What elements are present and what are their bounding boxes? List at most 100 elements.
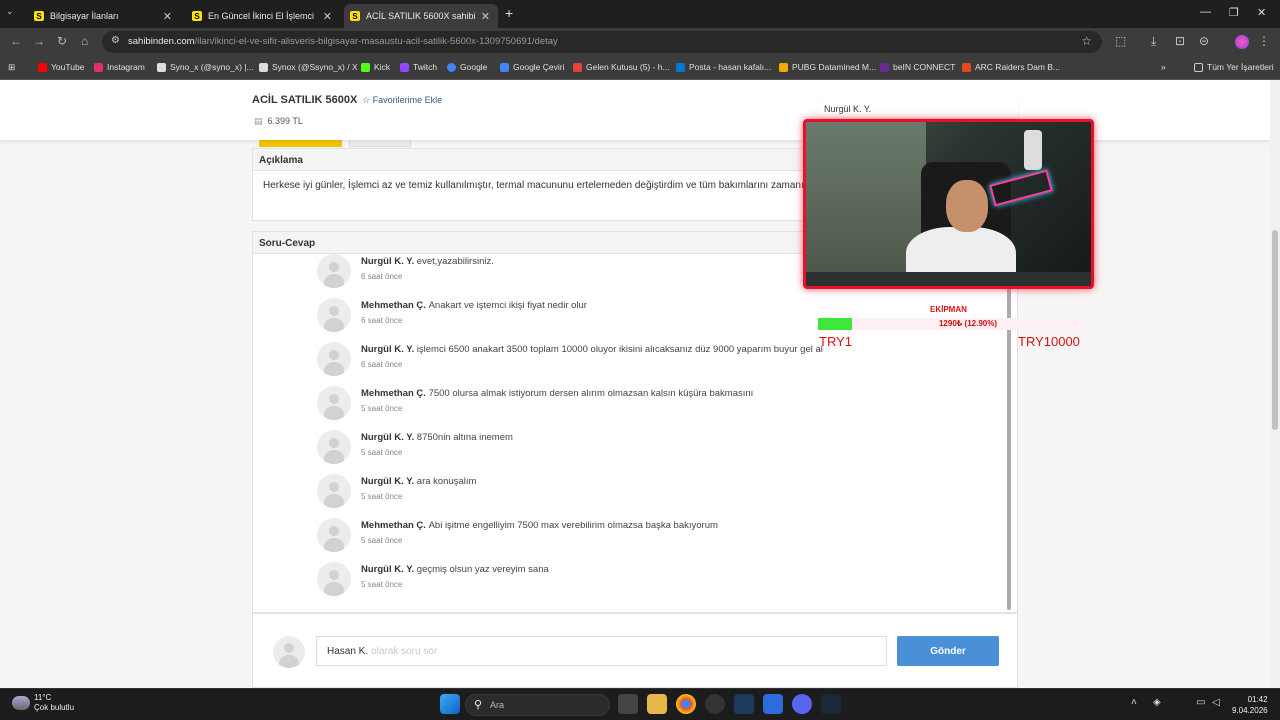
qa-message: Nurgül K. Y. ara konuşalım 5 saat önce [317,474,997,514]
app-icon[interactable] [734,694,754,714]
display-icon[interactable]: ▭ [1196,697,1205,708]
tray-chevron-icon[interactable]: ˄ [1131,697,1137,708]
qa-author: Nurgül K. Y. evet,yazabilirsiniz. [361,256,494,267]
google-translate-icon [500,62,509,72]
clock[interactable]: 01:42 9.04.2026 [1232,694,1268,716]
qa-author: Mehmethan Ç. 7500 olursa almak istiyorum… [361,388,754,399]
user-avatar [317,474,351,508]
x-icon [259,62,268,72]
kick-icon [361,62,370,72]
tab-bilgisayar-ilanlari[interactable]: S Bilgisayar İlanları ✕ [28,4,180,28]
taskbar-search[interactable]: ⚲ Ara [465,694,610,716]
url-text: sahibinden.com/ilan/ikinci-el-ve-sifir-a… [128,36,558,47]
close-tab-icon[interactable]: ✕ [323,10,332,23]
back-icon[interactable]: ← [10,34,22,48]
bookmark-instagram[interactable]: Instagram [94,62,145,72]
bookmark-google[interactable]: Google [447,62,487,72]
chrome-icon[interactable] [676,694,696,714]
steam-icon[interactable] [821,694,841,714]
obs-icon[interactable] [705,694,725,714]
navigation-bar: ← → ↻ ⌂ ⚙ sahibinden.com/ilan/ikinci-el-… [0,28,1280,56]
qa-text: Anakart ve iştemci ikişi fiyat nedir olu… [428,300,587,311]
bookmark-outlook[interactable]: Posta - hasan kafalı... [676,62,771,72]
more-bookmarks-icon[interactable]: » [1161,62,1166,72]
page-scrollbar[interactable] [1270,80,1280,688]
tab-acil-satilik[interactable]: S ACİL SATILIK 5600X sahibinden. ✕ [344,4,498,28]
profile-avatar[interactable] [1235,35,1249,49]
weather-widget[interactable]: 11°C Çok bulutlu [12,693,74,713]
bookmark-google-ceviri[interactable]: Google Çeviri [500,62,565,72]
qa-list[interactable]: Nurgül K. Y. evet,yazabilirsiniz. 6 saat… [253,254,1017,614]
qa-message: Nurgül K. Y. geçmiş olsun yaz vereyim sa… [317,562,997,602]
minimize-icon[interactable]: — [1200,6,1211,18]
tab-search-icon[interactable]: ⌄ [6,6,14,17]
cloudy-weather-icon [12,696,30,710]
discord-icon[interactable] [792,694,812,714]
volume-icon[interactable]: ◁ [1212,697,1220,708]
task-view-icon[interactable] [618,694,638,714]
bookmark-bein[interactable]: beIN CONNECT [880,62,955,72]
outlook-icon [676,62,685,72]
close-tab-icon[interactable]: ✕ [163,10,172,23]
extensions-icon[interactable]: ⬚ [1115,34,1126,48]
cam-person-head [946,180,988,232]
qa-time: 5 saat önce [361,404,403,413]
restore-icon[interactable]: ❐ [1229,6,1239,19]
tab-secondary[interactable] [349,139,411,147]
user-avatar [273,636,305,668]
qa-author: Nurgül K. Y. 8750nin altına inemem [361,432,513,443]
qa-author: Nurgül K. Y. ara konuşalım [361,476,477,487]
tab-title: En Güncel İkinci El İşlemci Fiyatl [208,11,317,21]
weather-temp: 11°C [34,693,52,702]
cam-desk [806,272,1091,286]
bookmark-arc-raiders[interactable]: ARC Raiders Dam B... [962,62,1060,72]
tab-islemci-fiyatlari[interactable]: S En Güncel İkinci El İşlemci Fiyatl ✕ [186,4,340,28]
question-input[interactable]: Hasan K. olarak soru sor [316,636,887,666]
bookmark-x[interactable]: Synox (@Ssyno_x) / X [259,62,358,72]
close-tab-icon[interactable]: ✕ [481,10,490,23]
close-window-icon[interactable]: ✕ [1257,6,1266,19]
start-icon[interactable] [440,694,460,714]
translate-icon[interactable]: ⊡ [1175,34,1185,48]
qa-scrollbar[interactable] [1007,284,1011,610]
youtube-icon [38,62,47,72]
bookmark-star-icon[interactable]: ☆ [1081,34,1092,48]
home-icon[interactable]: ⌂ [81,34,88,48]
bookmark-gmail[interactable]: Gelen Kutusu (5) - h... [573,62,670,72]
qa-time: 6 saat önce [361,272,403,281]
bookmark-youtube[interactable]: YouTube [38,62,84,72]
listing-price: ▤ 6.399 TL [254,116,303,126]
qa-text: geçmiş olsun yaz vereyim sana [416,564,549,575]
instagram-icon [94,62,103,72]
new-tab-icon[interactable]: + [505,5,513,21]
qa-text: işlemci 6500 anakart 3500 toplam 10000 o… [416,344,823,355]
scrollbar-thumb[interactable] [1272,230,1278,430]
bookmark-twitch[interactable]: Twitch [400,62,437,72]
goal-label: EKİPMAN [930,305,967,314]
site-info-icon[interactable]: ⚙ [111,35,120,46]
download-icon[interactable]: ⤓ [1151,34,1156,49]
bookmark-kick[interactable]: Kick [361,62,390,72]
search-icon: ⚲ [474,699,483,711]
battlenet-icon[interactable] [763,694,783,714]
all-bookmarks[interactable]: Tüm Yer İşaretleri [1194,62,1274,72]
network-icon[interactable]: ◈ [1153,697,1161,708]
qa-author: Nurgül K. Y. işlemci 6500 anakart 3500 t… [361,344,823,355]
bookmark-tiktok[interactable]: Syno_x (@syno_x) |... [157,62,254,72]
apps-grid-icon[interactable]: ⊞ [8,62,15,73]
file-explorer-icon[interactable] [647,694,667,714]
tab-ilan-bilgileri[interactable] [259,139,342,147]
qa-time: 5 saat önce [361,536,403,545]
donation-goal-bar: 1290₺ (12.90%) [818,318,1084,330]
forward-icon[interactable]: → [33,34,45,48]
address-bar[interactable]: ⚙ sahibinden.com/ilan/ikinci-el-ve-sifir… [102,31,1102,53]
send-button[interactable]: Gönder [897,636,999,666]
reload-icon[interactable]: ↻ [57,34,67,48]
tab-bar: ⌄ S Bilgisayar İlanları ✕ S En Güncel İk… [0,0,1280,28]
bookmark-pubg[interactable]: PUBG Datamined M... [779,62,876,72]
arc-raiders-icon [962,62,971,72]
qa-text: 7500 olursa almak istiyorum dersen alırı… [428,388,754,399]
link-icon[interactable]: ⊝ [1199,34,1209,48]
add-favorite-link[interactable]: ☆ Favorilerime Ekle [362,95,442,106]
menu-icon[interactable]: ⋮ [1258,34,1270,48]
